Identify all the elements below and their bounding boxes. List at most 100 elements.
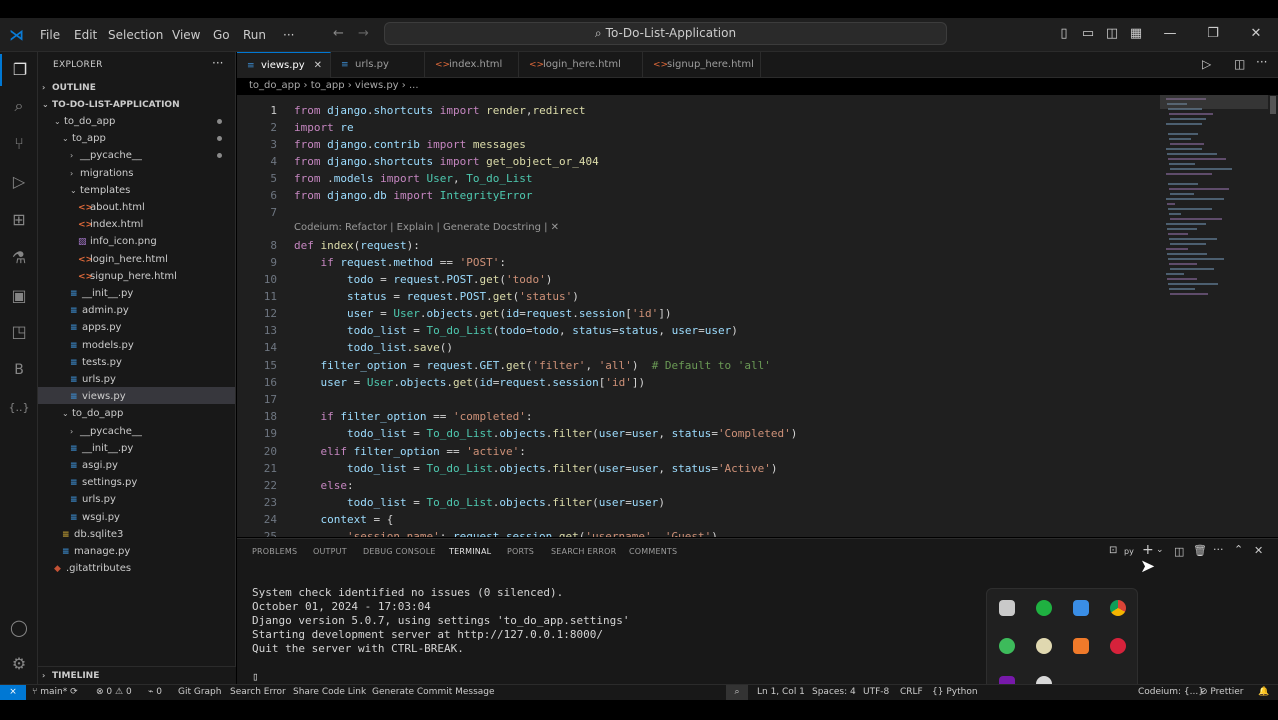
file-item[interactable]: ≡ models.py — [70, 337, 134, 354]
panel-tab-problems[interactable]: PROBLEMS — [252, 539, 297, 565]
share-code-item[interactable]: Share Code Link — [293, 685, 366, 700]
timeline-section[interactable]: › TIMELINE — [38, 666, 236, 684]
file-item[interactable]: ≡ settings.py — [70, 474, 137, 491]
menu-item-edit[interactable]: Edit — [74, 18, 97, 52]
codeium-status[interactable]: Codeium: {...} — [1138, 685, 1204, 700]
tray-red-icon[interactable] — [1110, 638, 1126, 654]
code-line[interactable]: todo_list.save() — [294, 341, 453, 354]
source-control-icon[interactable]: ⑂ — [0, 128, 38, 160]
code-line[interactable]: def index(request): — [294, 239, 420, 252]
file-item[interactable]: ▨ info_icon.png — [78, 233, 157, 250]
folder-item[interactable]: ⌄ templates — [70, 182, 130, 199]
file-item[interactable]: ≡ admin.py — [70, 302, 129, 319]
search-icon[interactable]: ⌕ — [0, 90, 38, 122]
split-terminal-icon[interactable]: ◫ — [1174, 545, 1184, 558]
forward-arrow-icon[interactable]: → — [358, 26, 369, 41]
line-ending[interactable]: CRLF — [900, 685, 923, 700]
testing-icon[interactable]: ⚗ — [0, 242, 38, 274]
code-line[interactable]: 'session_name': request.session.get('use… — [294, 530, 725, 537]
file-item[interactable]: ≡ wsgi.py — [70, 509, 120, 526]
kill-terminal-icon[interactable]: 🗑 — [1193, 544, 1207, 557]
language-mode[interactable]: {} Python — [932, 685, 978, 700]
tab-views-py[interactable]: ≡ views.py ✕ — [237, 52, 331, 78]
code-line[interactable]: from django.db import IntegrityError — [294, 189, 532, 202]
tab-index-html[interactable]: <> index.html — [425, 52, 519, 78]
tray-display-icon[interactable] — [1073, 600, 1089, 616]
terminal-shell-icon[interactable]: ⊡ — [1109, 545, 1117, 556]
code-line[interactable]: user = User.objects.get(id=request.sessi… — [294, 376, 646, 389]
code-line[interactable]: if request.method == 'POST': — [294, 256, 506, 269]
remote-indicator-icon[interactable]: ⨯ — [0, 685, 26, 700]
menu-item-go[interactable]: Go — [213, 18, 230, 52]
search-error-item[interactable]: Search Error — [230, 685, 286, 700]
tray-shield-icon[interactable] — [1036, 600, 1052, 616]
zoom-search-icon[interactable]: ⌕ — [726, 685, 748, 700]
folder-item[interactable]: › __pycache__ — [70, 423, 142, 440]
problems-item[interactable]: ⊗ 0 ⚠ 0 — [96, 685, 132, 700]
codeium-codelens[interactable]: Codeium: Refactor | Explain | Generate D… — [294, 222, 559, 233]
settings-gear-icon[interactable]: ⚙ — [0, 648, 38, 680]
code-line[interactable]: from django.shortcuts import get_object_… — [294, 155, 599, 168]
git-graph-item[interactable]: Git Graph — [178, 685, 221, 700]
maximize-panel-icon[interactable]: ⌃ — [1234, 543, 1243, 556]
menu-item-file[interactable]: File — [40, 18, 60, 52]
editor-scrollbar[interactable] — [1270, 96, 1276, 114]
split-editor-icon[interactable]: ◫ — [1234, 57, 1245, 71]
extensions-icon[interactable]: ⊞ — [0, 204, 38, 236]
docker-icon[interactable]: ◳ — [0, 316, 38, 348]
code-line[interactable]: filter_option = request.GET.get('filter'… — [294, 359, 771, 372]
panel-tab-search-error[interactable]: SEARCH ERROR — [551, 539, 616, 565]
tray-disc-icon[interactable] — [1036, 638, 1052, 654]
breadcrumb-item[interactable]: to_app — [311, 80, 345, 91]
file-item[interactable]: <>login_here.html — [78, 251, 168, 268]
minimap-viewport[interactable] — [1160, 95, 1268, 109]
code-line[interactable]: context = { — [294, 513, 394, 526]
editor-more-icon[interactable]: ··· — [1256, 55, 1267, 69]
chrome-icon[interactable] — [1110, 600, 1126, 616]
menu-item-selection[interactable]: Selection — [108, 18, 163, 52]
menu-item-run[interactable]: Run — [243, 18, 266, 52]
code-line[interactable]: status = request.POST.get('status') — [294, 290, 579, 303]
panel-tab-comments[interactable]: COMMENTS — [629, 539, 677, 565]
branch-item[interactable]: ⑂ main* ⟳ — [32, 685, 78, 700]
file-item[interactable]: ≡ apps.py — [70, 319, 121, 336]
file-item[interactable]: ≡ urls.py — [70, 491, 116, 508]
tab-login_here-html[interactable]: <> login_here.html — [519, 52, 643, 78]
ports-item[interactable]: ⌁ 0 — [148, 685, 162, 700]
panel-tab-debug-console[interactable]: DEBUG CONSOLE — [363, 539, 436, 565]
code-line[interactable]: else: — [294, 479, 354, 492]
notifications-icon[interactable]: 🔔 — [1258, 685, 1269, 700]
panel-more-icon[interactable]: ··· — [1213, 543, 1224, 556]
outline-section[interactable]: › OUTLINE — [42, 79, 96, 96]
command-center-search[interactable]: ⌕ To-Do-List-Application — [384, 22, 947, 45]
code-line[interactable]: from django.contrib import messages — [294, 138, 526, 151]
commit-message-item[interactable]: Generate Commit Message — [372, 685, 495, 700]
folder-item[interactable]: › migrations — [70, 165, 133, 182]
terminal-dropdown-icon[interactable]: ⌄ — [1156, 545, 1164, 555]
folder-item[interactable]: ⌄ to_do_app — [54, 113, 115, 130]
menu-item-view[interactable]: View — [172, 18, 200, 52]
more-actions-icon[interactable]: ··· — [212, 56, 223, 70]
code-line[interactable]: todo_list = To_do_List.objects.filter(us… — [294, 427, 797, 440]
file-item[interactable]: ◆ .gitattributes — [54, 560, 131, 577]
file-item[interactable]: <>about.html — [78, 199, 145, 216]
code-line[interactable]: todo_list = To_do_List.objects.filter(us… — [294, 462, 778, 475]
customize-layout-icon[interactable]: ▦ — [1128, 26, 1144, 42]
tray-xampp-icon[interactable] — [1073, 638, 1089, 654]
code-line[interactable]: todo_list = To_do_List.objects.filter(us… — [294, 496, 665, 509]
code-line[interactable]: from .models import User, To_do_List — [294, 172, 532, 185]
explorer-icon[interactable]: ❐ — [0, 54, 38, 86]
folder-item[interactable]: › __pycache__ — [70, 147, 142, 164]
file-item[interactable]: ≡ urls.py — [70, 371, 116, 388]
file-item[interactable]: ≡ db.sqlite3 — [62, 526, 123, 543]
file-item[interactable]: ≡ asgi.py — [70, 457, 118, 474]
breadcrumb-item[interactable]: ... — [409, 80, 419, 91]
project-section[interactable]: ⌄ TO-DO-LIST-APPLICATION — [42, 96, 180, 113]
indentation[interactable]: Spaces: 4 — [812, 685, 856, 700]
code-line[interactable]: import re — [294, 121, 354, 134]
account-icon[interactable]: ◯ — [0, 612, 38, 644]
minimap[interactable] — [1160, 95, 1268, 315]
toggle-panel-icon[interactable]: ▭ — [1080, 26, 1096, 42]
code-editor[interactable]: 1 from django.shortcuts import render,red… — [237, 95, 1278, 537]
run-python-file-icon[interactable]: ▷ — [1202, 57, 1211, 71]
